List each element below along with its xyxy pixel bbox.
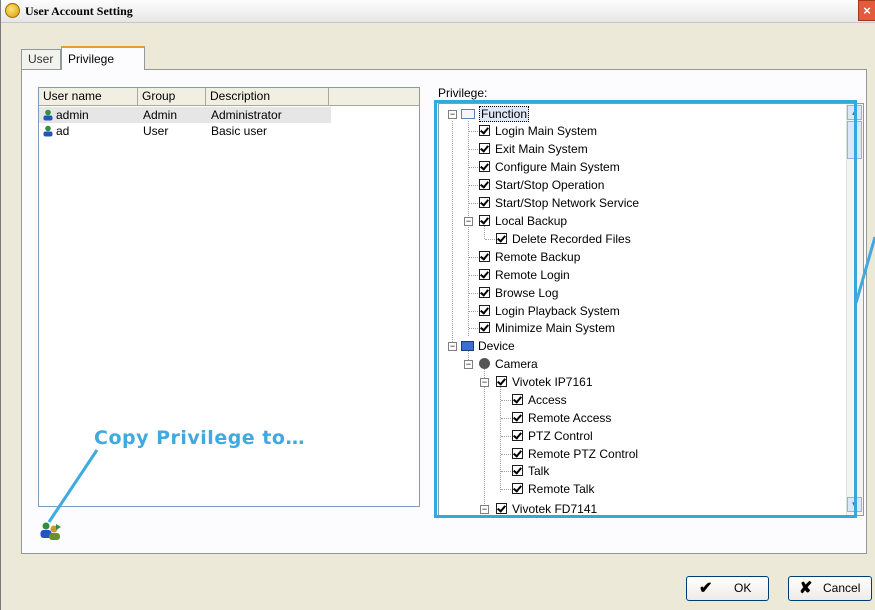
column-group[interactable]: Group <box>138 88 206 105</box>
annotation-highlight-box <box>434 100 857 518</box>
column-user-name[interactable]: User name <box>39 88 138 105</box>
column-empty <box>329 88 419 105</box>
column-description[interactable]: Description <box>206 88 329 105</box>
annotation-pointer-line <box>47 449 99 523</box>
user-account-setting-window: User Account Setting × User Privilege Us… <box>0 0 875 610</box>
list-header: User name Group Description <box>39 88 419 106</box>
table-row[interactable]: ad User Basic user <box>39 123 419 139</box>
table-row[interactable]: admin Admin Administrator <box>39 107 331 123</box>
title-bar: User Account Setting × <box>1 0 875 23</box>
ok-label: OK <box>734 581 752 595</box>
tab-user-label: User <box>28 52 54 66</box>
description-cell: Basic user <box>211 124 268 138</box>
copy-privilege-icon[interactable] <box>39 521 63 541</box>
description-cell: Administrator <box>211 108 282 122</box>
tab-privilege[interactable]: Privilege <box>61 46 145 70</box>
group-cell: Admin <box>143 108 178 122</box>
user-icon <box>43 109 53 121</box>
cancel-label: Cancel <box>823 581 861 595</box>
window-title: User Account Setting <box>25 4 133 18</box>
annotation-leader-line <box>854 236 875 304</box>
app-icon <box>5 3 20 18</box>
x-icon: ✘ <box>799 580 813 597</box>
privilege-label: Privilege: <box>438 86 488 100</box>
user-icon <box>43 125 53 137</box>
tab-privilege-label: Privilege <box>68 52 115 66</box>
user-name-cell: admin <box>56 108 89 122</box>
check-icon: ✔ <box>699 580 713 597</box>
close-button[interactable]: × <box>858 0 875 21</box>
copy-privilege-callout: Copy Privilege to… <box>94 427 305 449</box>
user-name-cell: ad <box>56 124 70 138</box>
close-icon: × <box>863 3 871 18</box>
group-cell: User <box>143 124 169 138</box>
tab-user[interactable]: User <box>21 49 61 69</box>
cancel-button[interactable]: ✘ Cancel <box>788 576 872 601</box>
ok-button[interactable]: ✔ OK <box>686 576 769 601</box>
